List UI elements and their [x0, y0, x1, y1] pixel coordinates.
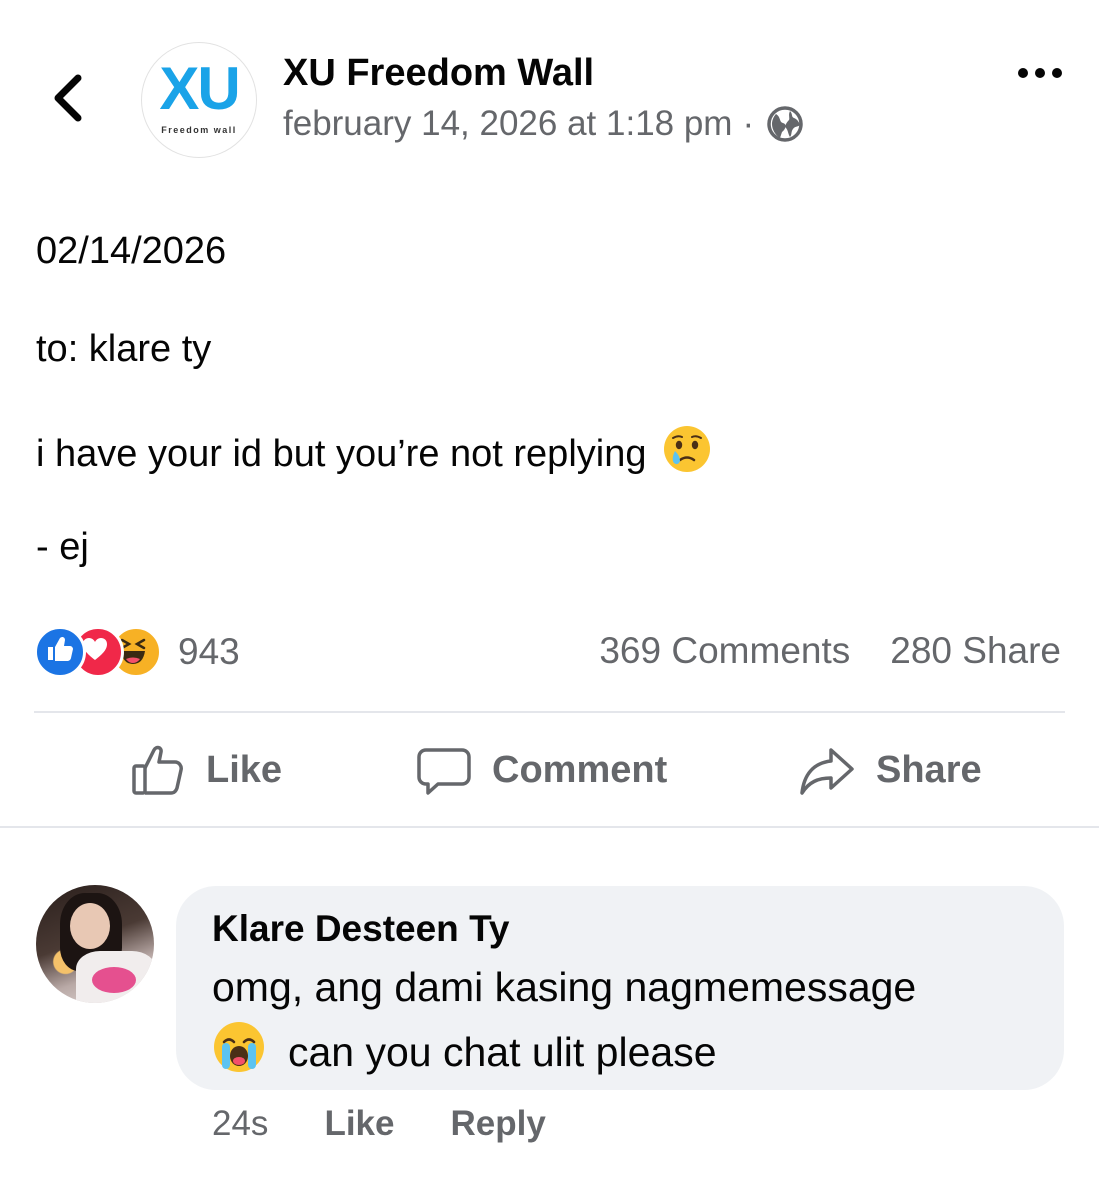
reaction-count: 943 — [178, 631, 240, 672]
share-button[interactable]: Share — [798, 734, 982, 806]
page-logo-text: XU — [159, 55, 240, 122]
post-text-line: 02/14/2026 — [36, 230, 227, 272]
share-label: Share — [876, 748, 982, 791]
chevron-left-icon — [54, 74, 82, 122]
page-logo-subtitle: Freedom wall — [161, 125, 237, 135]
loudly-crying-emoji — [212, 1020, 266, 1084]
comment-like-button[interactable]: Like — [324, 1104, 394, 1144]
globe-icon[interactable] — [766, 105, 804, 143]
post-text-line: to: klare ty — [36, 328, 212, 370]
comment-actions: 24s Like Reply — [212, 1104, 546, 1144]
commenter-avatar[interactable] — [36, 885, 154, 1003]
avatar-face — [70, 903, 110, 949]
like-label: Like — [206, 748, 283, 791]
post-meta: february 14, 2026 at 1:18 pm · — [283, 104, 804, 144]
section-divider — [0, 826, 1099, 828]
comment-author[interactable]: Klare Desteen Ty — [212, 908, 510, 950]
like-reaction-icon — [34, 626, 86, 678]
divider — [34, 711, 1065, 713]
more-dot — [1018, 68, 1028, 78]
avatar-shirt-print — [92, 967, 136, 993]
post-timestamp[interactable]: february 14, 2026 at 1:18 pm — [283, 104, 732, 144]
comment-button[interactable]: Comment — [416, 734, 667, 806]
share-arrow-icon — [800, 748, 854, 795]
like-button[interactable]: Like — [130, 734, 282, 806]
comment-text-content: can you chat ulit please — [288, 1028, 717, 1075]
reactions-summary[interactable]: 943 — [34, 626, 240, 678]
comment-text-line: omg, ang dami kasing nagmemessage — [212, 964, 917, 1010]
comment-text-line: can you chat ulit please — [212, 1020, 717, 1084]
comment-bubble-icon — [417, 748, 471, 795]
thumbs-up-icon — [132, 745, 183, 795]
more-dot — [1035, 68, 1045, 78]
comments-count-link[interactable]: 369 Comments — [599, 630, 850, 672]
crying-face-emoji — [662, 424, 712, 484]
post-text-line: i have your id but you’re not replying — [36, 424, 712, 484]
page-name[interactable]: XU Freedom Wall — [283, 52, 594, 95]
comment-time[interactable]: 24s — [212, 1104, 268, 1144]
comment-label: Comment — [492, 748, 668, 791]
post-signature: - ej — [36, 526, 89, 568]
more-options-button[interactable] — [1010, 58, 1070, 88]
post-text-content: i have your id but you’re not replying — [36, 432, 647, 475]
meta-separator: · — [742, 104, 755, 143]
shares-count-link[interactable]: 280 Share — [890, 630, 1061, 672]
comment-reply-button[interactable]: Reply — [450, 1104, 545, 1144]
engagement-stats: 369 Comments 280 Share — [599, 630, 1061, 672]
more-dot — [1052, 68, 1062, 78]
back-button[interactable] — [42, 68, 98, 128]
page-avatar[interactable]: XU Freedom wall — [141, 42, 257, 158]
